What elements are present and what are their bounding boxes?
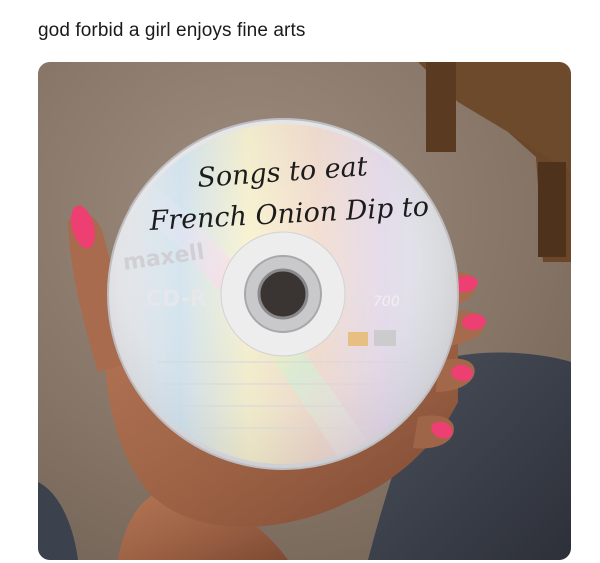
photo-scene: maxell CD-R 80 700 Songs to eat French O… [38, 62, 571, 560]
post-photo[interactable]: maxell CD-R 80 700 Songs to eat French O… [38, 62, 571, 560]
post-caption: god forbid a girl enjoys fine arts [38, 20, 306, 41]
disc-capacity-left: 80 [350, 295, 365, 309]
disc-logo-icon [348, 332, 368, 346]
disc-logo-icon [374, 330, 396, 346]
disc-capacity-right: 700 [373, 294, 400, 310]
disc-format: CD-R [146, 287, 207, 312]
